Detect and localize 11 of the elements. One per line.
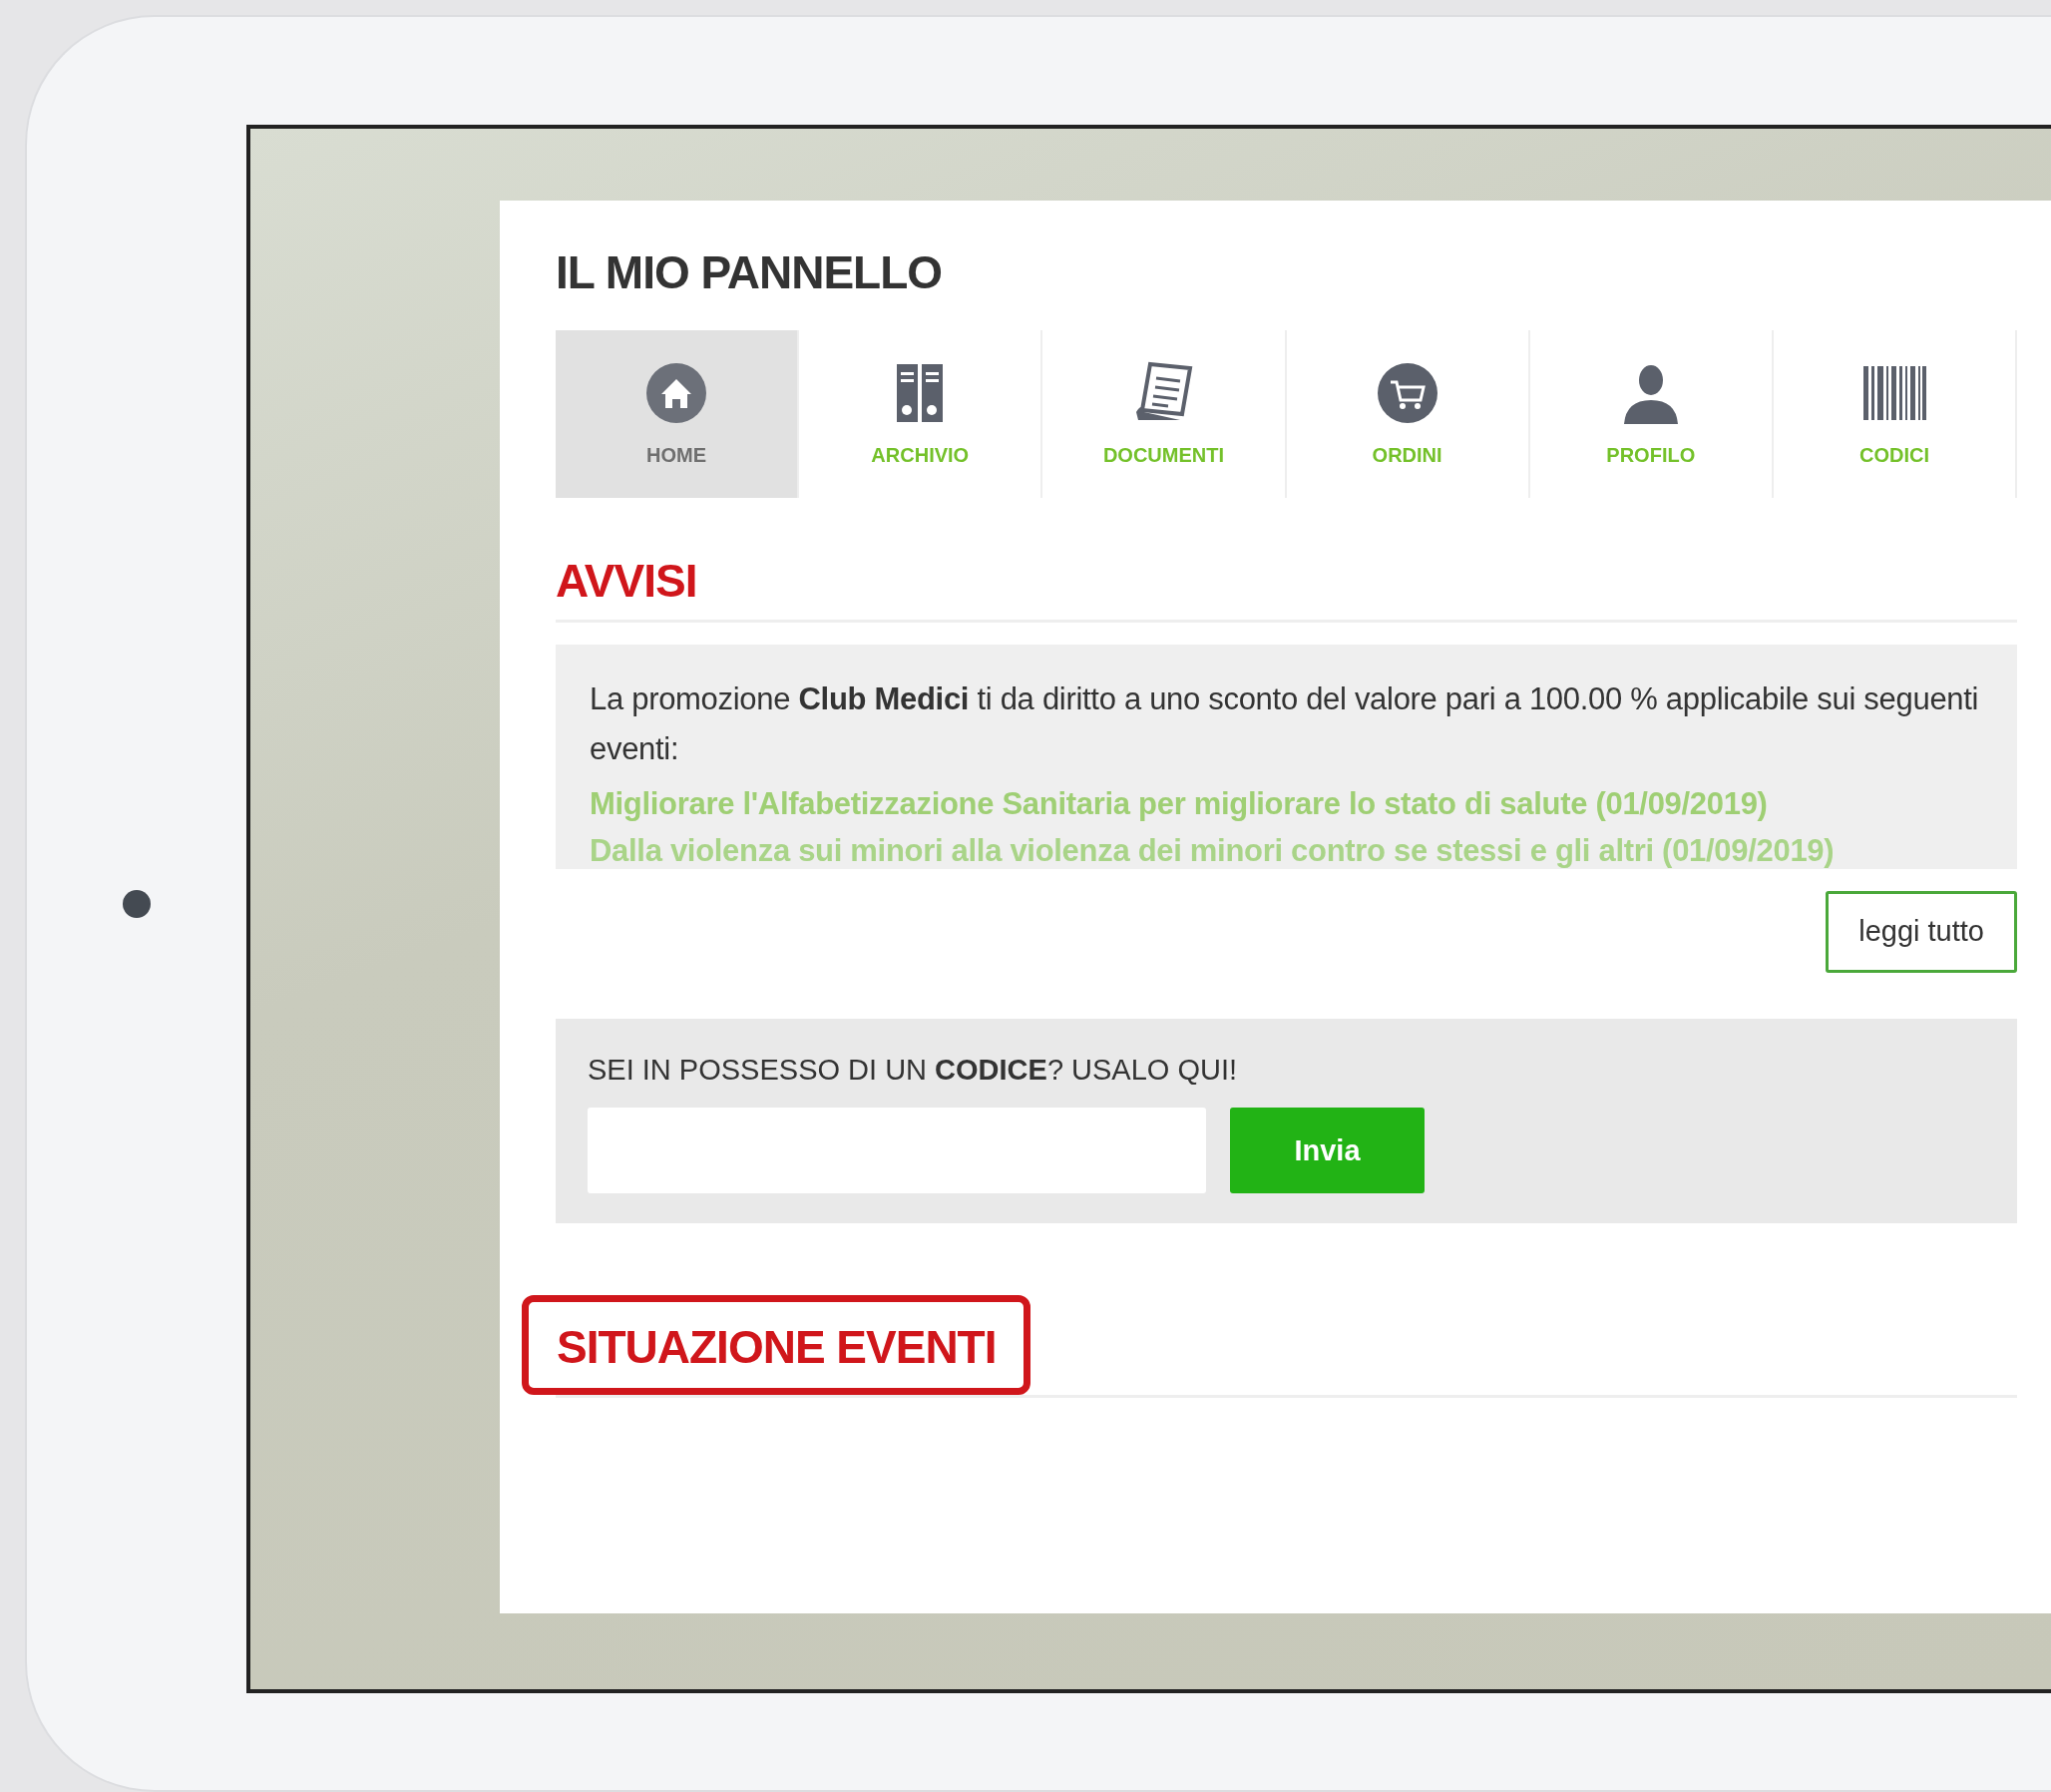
submit-button[interactable]: Invia — [1230, 1108, 1425, 1194]
read-more-button[interactable]: leggi tutto — [1826, 891, 2017, 973]
page-title: IL MIO PANNELLO — [556, 245, 944, 300]
event-link[interactable]: Dalla violenza sui minori alla violenza dei minori contro se stessi e gli altri (01/09/2019) — [590, 827, 1983, 870]
section-heading: SITUAZIONE EVENTI — [557, 1324, 997, 1371]
notice-message: La promozione Club Medici ti da diritto a uno sconto del valore pari a 100.00 % applicabile sui seguenti eventi: — [590, 680, 1980, 768]
section-heading: AVVISI — [556, 558, 698, 605]
nav-tab[interactable]: HOME — [556, 330, 800, 499]
event-link[interactable]: Migliorare l'Alfabetizzazione Sanitaria per migliorare lo stato di salute (01/09/2019) — [590, 781, 1983, 828]
code-prompt: SEI IN POSSESSO DI UN CODICE? USALO QUI! — [588, 1052, 1239, 1088]
camera-lens — [123, 889, 151, 918]
